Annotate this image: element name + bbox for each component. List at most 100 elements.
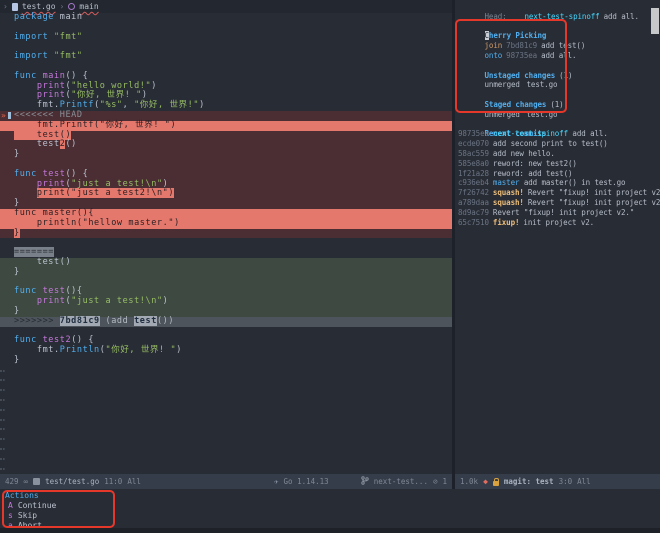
scrollbar-thumb[interactable] <box>651 8 659 34</box>
code-token: } <box>14 306 20 316</box>
lock-icon <box>493 481 499 486</box>
code-token <box>14 296 37 306</box>
code-line[interactable]: >>>>>>> 7bd81c9 (add test()) <box>0 317 452 327</box>
code-token: "fmt" <box>54 32 83 42</box>
code-line[interactable] <box>0 444 452 454</box>
code-line[interactable] <box>0 238 452 248</box>
commit-row[interactable]: 98735eanext-test-spinoff add all. <box>455 129 660 139</box>
recent-commits-heading[interactable]: Recent commits <box>455 120 660 130</box>
commit-hash: 58ac559 <box>458 149 489 158</box>
chevron-right-icon: › <box>60 2 65 11</box>
code-line[interactable]: import "fmt" <box>0 33 452 43</box>
commit-row[interactable]: a789daa squash! Revert "fixup! init projec… <box>455 198 660 208</box>
code-token: } <box>14 267 20 277</box>
code-token: println("hellow master.") <box>14 218 180 228</box>
breadcrumb-file[interactable]: test.go <box>22 2 56 11</box>
code-line[interactable] <box>0 424 452 434</box>
code-token: } <box>14 228 20 238</box>
code-token: import <box>14 32 48 42</box>
code-token: print <box>37 179 66 189</box>
checker-icon[interactable]: ⊘ <box>433 477 438 486</box>
code-token: ) <box>163 179 169 189</box>
commit-row[interactable]: 65c7510fixup!init project v2. <box>455 218 660 228</box>
code-token: "just a test!\n" <box>71 179 162 189</box>
code-token: } <box>14 149 20 159</box>
code-token: import <box>14 51 48 61</box>
end-of-buffer-icon <box>0 379 5 381</box>
code-area[interactable]: package mainimport "fmt"import "fmt"func… <box>0 13 452 473</box>
code-line[interactable]: } <box>0 150 452 160</box>
code-line[interactable]: print("just a test2!\n") <box>0 189 452 199</box>
code-token: test <box>14 139 60 149</box>
code-line[interactable] <box>0 366 452 376</box>
code-token: () { <box>71 335 94 345</box>
code-line[interactable]: import "fmt" <box>0 52 452 62</box>
code-line[interactable] <box>0 464 452 474</box>
checker-count: 1 <box>442 477 447 486</box>
commit-message: add master() in test.go <box>524 178 626 187</box>
minibuffer-strip <box>0 528 660 533</box>
commit-hash: 8d9ac79 <box>458 208 489 217</box>
code-token: 7bd81c9 <box>60 316 100 326</box>
code-line[interactable]: } <box>0 268 452 278</box>
code-token: func <box>14 286 37 296</box>
commit-hash: ecde070 <box>458 139 489 148</box>
code-token: test <box>43 286 66 296</box>
commit-row[interactable]: 8d9ac79Revert "fixup! init project v2." <box>455 208 660 218</box>
code-token: test() <box>14 257 71 267</box>
modeline-filename[interactable]: test/test.go <box>45 477 99 486</box>
code-token: test <box>134 316 157 326</box>
code-line[interactable] <box>0 434 452 444</box>
code-line[interactable]: fmt.Println("你好, 世界! ") <box>0 346 452 356</box>
commit-message: Revert "fixup! init project v2." <box>528 198 660 207</box>
magit-head-line[interactable]: Head:next-test-spinoffadd all. <box>455 2 660 12</box>
scroll-indicator: All <box>127 477 141 486</box>
code-line[interactable]: print("just a test!\n") <box>0 297 452 307</box>
branch-label: next-test-spinoff <box>493 129 572 138</box>
code-line[interactable] <box>0 415 452 425</box>
save-icon[interactable] <box>33 478 40 485</box>
commit-row[interactable]: ecde070add second print to test() <box>455 139 660 149</box>
code-line[interactable]: package main <box>0 13 452 23</box>
modeline-buffer-name[interactable]: magit: test <box>504 477 554 486</box>
cursor-position: 3:0 <box>559 477 573 486</box>
commit-row[interactable]: 7f26742 squash! Revert "fixup! init projec… <box>455 188 660 198</box>
breadcrumb-symbol[interactable]: main <box>79 2 98 11</box>
code-token: } <box>14 355 20 365</box>
code-line[interactable] <box>0 385 452 395</box>
end-of-buffer-icon <box>0 370 5 372</box>
code-line[interactable] <box>0 454 452 464</box>
code-token: package <box>14 12 54 22</box>
commit-row[interactable]: c936eb4master add master() in test.go <box>455 178 660 188</box>
code-token: print("just a test2!\n") <box>37 188 174 198</box>
code-token: () { <box>65 71 88 81</box>
code-line[interactable] <box>0 395 452 405</box>
code-token: print <box>37 90 66 100</box>
code-line[interactable] <box>0 375 452 385</box>
chevron-right-icon: › <box>3 2 8 11</box>
cursor-position: 11:0 <box>104 477 122 486</box>
code-token: } <box>14 198 20 208</box>
modeline-branch[interactable]: next-test... <box>374 477 428 486</box>
code-line[interactable]: test() <box>0 258 452 268</box>
commit-hash: 7f26742 <box>458 188 489 197</box>
code-token: test2 <box>43 335 72 345</box>
code-token: func <box>14 169 37 179</box>
commit-message: init project v2. <box>523 218 594 227</box>
commit-row[interactable]: 58ac559 add new hello. <box>455 149 660 159</box>
code-line[interactable]: } <box>0 229 452 239</box>
commit-hash: a789daa <box>458 198 489 207</box>
annotation-box-cherry-picking <box>455 19 567 113</box>
code-line[interactable]: test2() <box>0 140 452 150</box>
commit-keyword: squash! <box>493 188 524 197</box>
code-token: ======= <box>14 247 54 257</box>
commit-message: add new hello. <box>493 149 555 158</box>
commit-message: Revert "fixup! init project v2." <box>528 188 660 197</box>
code-line[interactable] <box>0 405 452 415</box>
code-line[interactable]: println("hellow master.") <box>0 219 452 229</box>
plane-icon: ✈ <box>274 477 279 486</box>
commit-row[interactable]: 585e8a0reword: new test2() <box>455 159 660 169</box>
commit-row[interactable]: 1f21a28reword: add test() <box>455 169 660 179</box>
code-line[interactable]: } <box>0 356 452 366</box>
commit-keyword: squash! <box>493 198 524 207</box>
